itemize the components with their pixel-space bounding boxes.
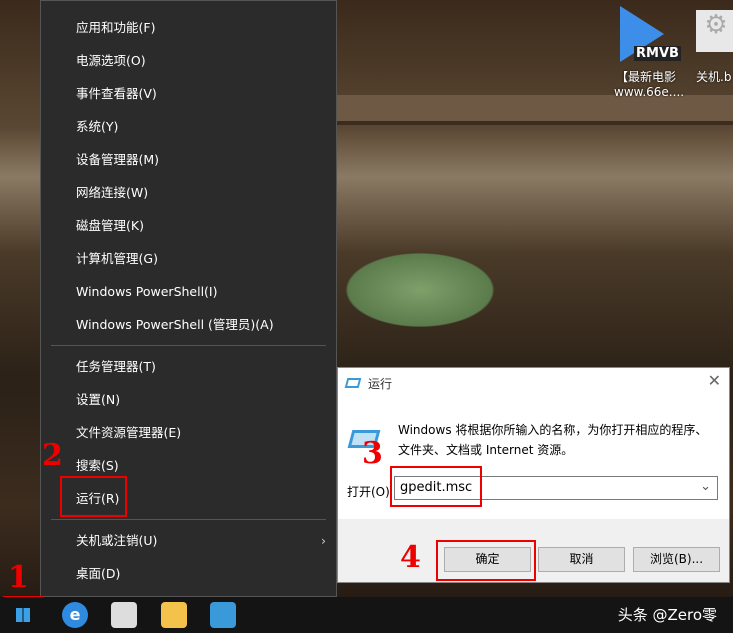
watermark: 头条 @Zero零 [617,606,717,624]
menu-item-shutdown[interactable]: 关机或注销(U) › [41,524,336,557]
menu-item-power-options[interactable]: 电源选项(O) [41,44,336,77]
chevron-down-icon[interactable]: ⌄ [700,479,711,494]
menu-item-file-explorer[interactable]: 文件资源管理器(E) [41,416,336,449]
dialog-title: 运行 [368,377,393,391]
browse-button[interactable]: 浏览(B)... [633,547,720,572]
ie-icon[interactable]: e [62,602,88,628]
rmvb-badge: RMVB [634,46,681,61]
run-icon [344,378,362,388]
taskbar: e 头条 @Zero零 [0,597,733,633]
menu-item-label: 关机或注销(U) [76,533,158,548]
menu-item-event-viewer[interactable]: 事件查看器(V) [41,77,336,110]
close-icon[interactable]: ✕ [708,371,721,390]
cancel-button[interactable]: 取消 [538,547,625,572]
menu-item-apps-features[interactable]: 应用和功能(F) [41,11,336,44]
run-taskbar-icon[interactable] [210,602,236,628]
menu-item-settings[interactable]: 设置(N) [41,383,336,416]
camera-app-icon[interactable] [111,602,137,628]
menu-separator [51,519,326,520]
menu-item-network[interactable]: 网络连接(W) [41,176,336,209]
chevron-right-icon: › [321,533,326,548]
step-number: 3 [362,436,383,471]
step-number: 2 [42,438,63,473]
desktop-icon-rmvb[interactable]: RMVB 【最新电影 www.66e.... [612,2,685,99]
gear-icon: ⚙ [696,10,733,52]
open-label: 打开(O) [347,485,390,499]
highlight-input [390,466,482,507]
wallpaper-bridge [330,95,733,125]
menu-item-powershell-admin[interactable]: Windows PowerShell (管理员)(A) [41,308,336,341]
highlight-ok [436,540,536,581]
windows-logo-icon [16,608,30,622]
menu-item-desktop[interactable]: 桌面(D) [41,557,336,590]
step-number: 4 [400,540,421,575]
desktop-icon-label: www.66e.... [614,85,685,99]
file-explorer-icon[interactable] [161,602,187,628]
menu-item-system[interactable]: 系统(Y) [41,110,336,143]
dialog-description: Windows 将根据你所输入的名称，为你打开相应的程序、文件夹、文档或 Int… [398,423,708,457]
desktop-icon-shutdown[interactable]: ⚙ 关机.b [696,10,733,95]
menu-item-device-manager[interactable]: 设备管理器(M) [41,143,336,176]
menu-separator [51,345,326,346]
menu-item-task-manager[interactable]: 任务管理器(T) [41,350,336,383]
menu-item-disk-management[interactable]: 磁盘管理(K) [41,209,336,242]
menu-item-computer-management[interactable]: 计算机管理(G) [41,242,336,275]
menu-item-powershell[interactable]: Windows PowerShell(I) [41,275,336,308]
highlight-run [60,476,127,517]
desktop-icon-label: 【最新电影 [616,70,677,84]
desktop-icon-label: 关机.b [696,70,732,84]
start-button[interactable] [5,597,41,633]
step-number: 1 [8,560,29,595]
